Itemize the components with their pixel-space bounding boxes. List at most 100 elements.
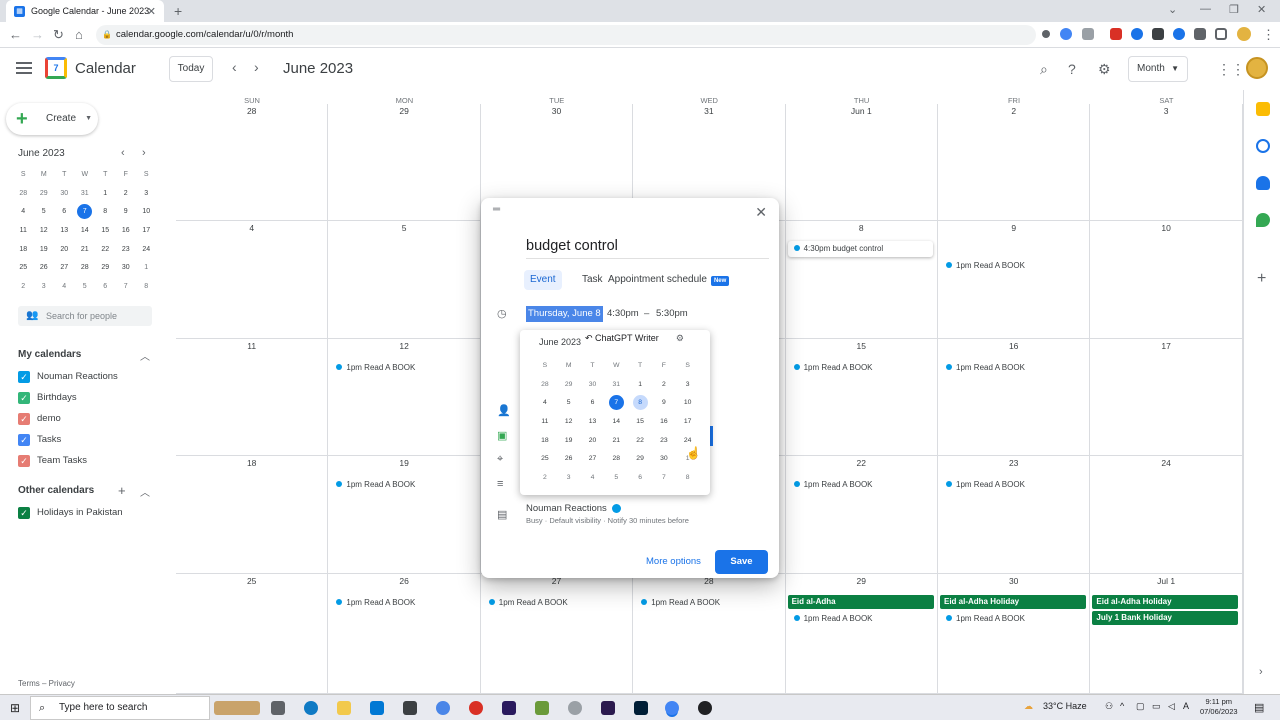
chatgpt-settings-icon[interactable]: ⚙ (676, 330, 684, 346)
picker-day[interactable]: 8 (628, 394, 652, 413)
mini-day[interactable]: 23 (116, 241, 137, 260)
picker-day[interactable]: 5 (557, 394, 581, 413)
store-icon[interactable] (370, 701, 384, 715)
day-cell[interactable]: 27 (480, 574, 634, 694)
day-cell[interactable]: Jul 1 (1090, 574, 1243, 694)
event-chip[interactable]: 4:30pm budget control (793, 242, 883, 255)
picker-day[interactable]: 20 (581, 432, 605, 451)
network-icon[interactable]: ▭ (1152, 701, 1161, 712)
day-number[interactable]: 9 (938, 223, 1089, 233)
weather-text[interactable]: 33°C Haze (1043, 701, 1087, 711)
mini-day[interactable]: 21 (75, 241, 96, 260)
today-button[interactable]: Today (169, 56, 213, 82)
event-chip[interactable]: 1pm Read A BOOK (793, 612, 873, 625)
tab-task[interactable]: Task (582, 270, 603, 290)
help-icon[interactable]: ? (1068, 61, 1076, 77)
picker-day[interactable]: 29 (557, 376, 581, 395)
event-chip[interactable]: 1pm Read A BOOK (336, 478, 415, 491)
event-chip[interactable]: 1pm Read A BOOK (946, 259, 1025, 272)
picker-day[interactable]: 28 (604, 450, 628, 469)
date-field[interactable]: Thursday, June 8 (526, 306, 603, 322)
mini-day[interactable]: 9 (116, 203, 137, 222)
collapse-my-calendars-icon[interactable]: ︿ (140, 348, 150, 363)
event-chip[interactable]: 1pm Read A BOOK (336, 361, 415, 374)
mini-day[interactable]: 30 (116, 259, 137, 278)
picker-day[interactable]: 3 (676, 376, 700, 395)
add-calendar-icon[interactable]: + (118, 483, 126, 498)
tasks-icon[interactable] (1256, 139, 1270, 153)
day-cell[interactable]: Jun 1 (785, 104, 938, 221)
search-icon[interactable]: ⌕ (1040, 61, 1048, 78)
mini-day[interactable]: 1 (95, 185, 116, 204)
day-number[interactable]: 19 (328, 458, 479, 468)
day-cell[interactable]: 2 (938, 104, 1091, 221)
checkbox-checked-icon[interactable]: ✓ (18, 371, 30, 383)
app-gray-icon[interactable] (568, 701, 582, 715)
mini-day[interactable]: 5 (34, 203, 55, 222)
day-cell[interactable]: 28 (176, 104, 329, 221)
browser-menu-icon[interactable]: ⋮ (1262, 27, 1275, 43)
file-explorer-icon[interactable] (337, 701, 351, 715)
share-icon[interactable] (1082, 28, 1094, 40)
picker-day[interactable]: 25 (533, 450, 557, 469)
day-cell[interactable]: 12 (328, 339, 481, 456)
allday-event[interactable]: July 1 Bank Holiday (1092, 611, 1239, 625)
account-avatar[interactable] (1246, 57, 1268, 79)
picker-day[interactable]: 13 (581, 413, 605, 432)
picker-day[interactable]: 4 (581, 469, 605, 488)
show-hidden-icons[interactable]: ^ (1120, 701, 1124, 711)
picker-day[interactable]: 3 (557, 469, 581, 488)
app-blue-icon[interactable] (436, 701, 450, 715)
day-number[interactable]: 26 (328, 576, 479, 586)
day-cell[interactable]: 29 (328, 104, 481, 221)
next-month-icon[interactable]: › (254, 59, 259, 75)
day-number[interactable]: 10 (1090, 223, 1241, 233)
day-cell[interactable]: 11 (176, 339, 329, 456)
picker-day[interactable]: 27 (581, 450, 605, 469)
extension-red-icon[interactable] (1110, 28, 1122, 40)
close-tab-icon[interactable]: ✕ (147, 5, 156, 18)
day-number[interactable]: 30 (938, 576, 1089, 586)
picker-day[interactable]: 30 (581, 376, 605, 395)
task-view-icon[interactable] (271, 701, 285, 715)
puzzle-icon[interactable] (1194, 28, 1206, 40)
chatgpt-writer-bar[interactable]: ↶ ChatGPT Writer ⚙ (581, 330, 690, 346)
search-people-input[interactable]: 👥 Search for people (18, 306, 152, 326)
day-number[interactable]: 17 (1090, 341, 1241, 351)
search-highlight-image[interactable] (214, 701, 260, 715)
calendar-list-item[interactable]: ✓ Nouman Reactions (18, 370, 118, 384)
picker-day[interactable]: 12 (557, 413, 581, 432)
mini-day[interactable]: 15 (95, 222, 116, 241)
taskbar-clock[interactable]: 9:11 pm 07/06/2023 (1200, 697, 1238, 717)
maps-icon[interactable] (1256, 213, 1270, 227)
calendar-list-item[interactable]: ✓ Birthdays (18, 391, 77, 405)
day-number[interactable]: 29 (786, 576, 937, 586)
allday-event[interactable]: Eid al-Adha Holiday (940, 595, 1086, 609)
start-time-field[interactable]: 4:30pm (607, 308, 639, 319)
day-number[interactable]: 11 (176, 341, 327, 351)
picker-day[interactable]: 23 (652, 432, 676, 451)
day-number[interactable]: 16 (938, 341, 1089, 351)
event-chip[interactable]: 1pm Read A BOOK (641, 596, 720, 609)
reload-icon[interactable]: ↻ (53, 27, 64, 43)
day-number[interactable]: 29 (328, 106, 479, 116)
event-chip[interactable]: 1pm Read A BOOK (793, 361, 873, 374)
mail-icon[interactable] (403, 701, 417, 715)
sidepanel-icon[interactable] (1215, 28, 1227, 40)
calendar-name[interactable]: Nouman Reactions (526, 503, 621, 514)
day-number[interactable]: 3 (1090, 106, 1241, 116)
extension-circle-icon[interactable] (1173, 28, 1185, 40)
picker-day[interactable]: 11 (533, 413, 557, 432)
picker-day[interactable]: 26 (557, 450, 581, 469)
day-cell[interactable]: 22 (785, 456, 938, 574)
photoshop-icon[interactable] (634, 701, 648, 715)
more-options-button[interactable]: More options (640, 551, 707, 573)
mini-day[interactable]: 28 (13, 185, 34, 204)
hide-panel-icon[interactable]: › (1259, 666, 1263, 678)
contacts-icon[interactable] (1256, 176, 1270, 190)
picker-day[interactable]: 31 (604, 376, 628, 395)
other-calendars-heading[interactable]: Other calendars (18, 485, 94, 496)
picker-day[interactable]: 21 (604, 432, 628, 451)
end-time-field[interactable]: 5:30pm (656, 308, 688, 319)
people-tray-icon[interactable]: ⚇ (1105, 701, 1113, 712)
